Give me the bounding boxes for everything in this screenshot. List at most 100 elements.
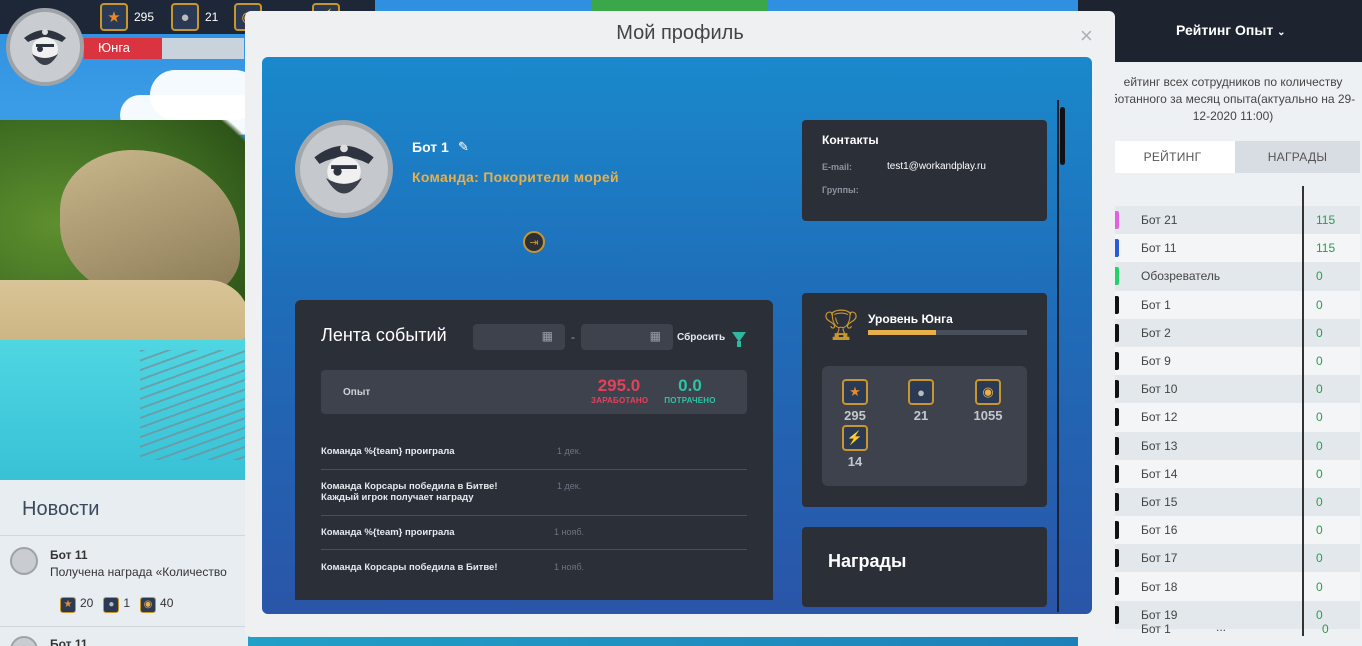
rating-name: Бот 2: [1141, 325, 1171, 340]
rank-progress-bar: Юнга: [84, 38, 244, 59]
modal-title: Мой профиль: [616, 22, 744, 44]
rating-name: Бот 9: [1141, 354, 1171, 369]
news-text: Получена награда «Количество: [50, 565, 227, 579]
rating-row[interactable]: Бот 13 0: [1110, 431, 1360, 460]
pencil-icon[interactable]: ✎: [458, 139, 469, 155]
resource-coins: ◉ 1055: [963, 379, 1013, 423]
hud-bombs[interactable]: ● 21: [171, 3, 218, 31]
profile-team: Команда: Покорители морей: [412, 169, 619, 185]
event-date: 1 дек.: [557, 446, 582, 456]
profile-avatar[interactable]: [295, 120, 393, 218]
divider: [321, 515, 747, 516]
news-rewards: ★ 20 ● 1 ◉ 40: [60, 596, 173, 613]
profile-scroll-track: [1057, 100, 1059, 612]
rating-row[interactable]: Бот 12 0: [1110, 403, 1360, 432]
rating-name: Бот 19: [1141, 607, 1178, 622]
rating-scrollbar[interactable]: [1302, 186, 1304, 636]
rating-name: Бот 14: [1141, 466, 1178, 481]
tab-awards[interactable]: НАГРАДЫ: [1235, 141, 1360, 173]
profile-scrollbar[interactable]: [1060, 107, 1065, 165]
rating-value: 0: [1316, 551, 1323, 566]
divider: [321, 469, 747, 470]
earned-block: 295.0 ЗАРАБОТАНО: [591, 376, 648, 405]
rating-row[interactable]: Бот 2 0: [1110, 318, 1360, 347]
rating-value: 0: [1316, 269, 1323, 284]
resource-value: 21: [913, 408, 929, 423]
reward-bombs: ● 1: [103, 596, 130, 613]
user-avatar[interactable]: [6, 8, 84, 86]
rating-name: Бот 11: [1141, 241, 1177, 256]
rating-dropdown[interactable]: Рейтинг Опыт ⌄: [1176, 22, 1285, 38]
news-user[interactable]: Бот 11: [50, 548, 88, 562]
rating-row[interactable]: Бот 1 0: [1110, 290, 1360, 319]
news-title: Новости: [22, 498, 100, 520]
level-resources: ★ 295 ● 21 ◉ 1055 ⚡ 14: [822, 366, 1027, 486]
pirate-avatar-icon: [314, 144, 374, 194]
resource-energy: ⚡ 14: [830, 425, 880, 469]
rating-row[interactable]: Обозреватель 0: [1110, 262, 1360, 291]
close-icon[interactable]: ×: [1080, 23, 1093, 49]
rating-value: 0: [1316, 466, 1323, 481]
summary-label: Опыт: [343, 387, 371, 398]
rating-name: Обозреватель: [1141, 269, 1221, 284]
level-title: Уровень Юнга: [868, 312, 953, 326]
event-feed: Лента событий ▦ - ▦ Сбросить Опыт 295.0 …: [295, 300, 773, 600]
news-user[interactable]: Бот 11: [50, 637, 88, 646]
reward-coins: ◉ 40: [140, 596, 173, 613]
spent-label: ПОТРАЧЕНО: [664, 396, 716, 405]
rating-value: 0: [1316, 325, 1323, 340]
rating-value: 0: [1316, 382, 1323, 397]
rating-row[interactable]: Бот 15 0: [1110, 487, 1360, 517]
hud-stars[interactable]: ★ 295: [100, 3, 154, 31]
profile-modal: Мой профиль × Бот 1 ✎ Команда: Покорител…: [245, 11, 1115, 637]
event-date: 1 нояб.: [554, 527, 585, 537]
rating-row[interactable]: Бот 10 0: [1110, 375, 1360, 404]
level-progress-fill: [868, 330, 937, 335]
rating-value: 0: [1316, 410, 1323, 425]
rating-value: 0: [1316, 523, 1323, 538]
event-text: Команда %{team} проиграла: [321, 446, 455, 457]
date-to-input[interactable]: ▦: [581, 324, 673, 350]
rating-row[interactable]: Бот 21 115: [1110, 206, 1360, 235]
rating-tabs: РЕЙТИНГ НАГРАДЫ: [1110, 141, 1360, 173]
reset-button[interactable]: Сбросить: [677, 332, 725, 343]
reward-value: 1: [123, 596, 131, 610]
current-user-value: 0: [1322, 622, 1329, 636]
rating-row[interactable]: Бот 9 0: [1110, 346, 1360, 376]
earned-value: 295.0: [597, 376, 641, 395]
news-panel: Новости Бот 11 Получена награда «Количес…: [0, 480, 248, 646]
rating-row[interactable]: Бот 17 0: [1110, 544, 1360, 573]
rating-row[interactable]: Бот 16 0: [1110, 516, 1360, 545]
contacts-title: Контакты: [822, 133, 879, 147]
lightning-icon: ⚡: [842, 425, 868, 451]
event-text: Команда %{team} проиграла: [321, 527, 455, 538]
reward-value: 40: [160, 596, 174, 610]
rating-header: Рейтинг Опыт ⌄: [1078, 0, 1362, 62]
rating-value: 0: [1316, 494, 1323, 509]
bomb-icon: ●: [908, 379, 934, 405]
contacts-card: Контакты E-mail: test1@workandplay.ru Гр…: [802, 120, 1047, 221]
rating-description: ейтинг всех сотрудников по количеству бо…: [1110, 75, 1356, 123]
avatar[interactable]: [10, 636, 38, 646]
resource-value: 295: [844, 408, 866, 423]
rating-row[interactable]: Бот 14 0: [1110, 459, 1360, 488]
current-user-name: Бот 1: [1141, 622, 1171, 636]
star-icon: ★: [842, 379, 868, 405]
rating-row[interactable]: Бот 11 115: [1110, 234, 1360, 263]
event-date: 1 дек.: [557, 481, 582, 491]
calendar-icon: ▦: [541, 329, 553, 343]
rating-row[interactable]: Бот 18 0: [1110, 572, 1360, 601]
rating-value: 0: [1316, 438, 1323, 453]
rating-name: Бот 21: [1141, 213, 1178, 228]
date-from-input[interactable]: ▦: [473, 324, 565, 350]
rating-value: 0: [1316, 297, 1323, 312]
tab-rating[interactable]: РЕЙТИНГ: [1110, 141, 1235, 173]
logout-icon[interactable]: ⇥: [523, 231, 545, 253]
date-dash: -: [571, 330, 575, 344]
email-label: E-mail:: [822, 162, 853, 172]
avatar[interactable]: [10, 547, 38, 575]
email-value[interactable]: test1@workandplay.ru: [887, 161, 986, 172]
rating-name: Бот 12: [1141, 410, 1178, 425]
feed-title: Лента событий: [321, 325, 447, 345]
groups-label: Группы:: [822, 185, 859, 195]
